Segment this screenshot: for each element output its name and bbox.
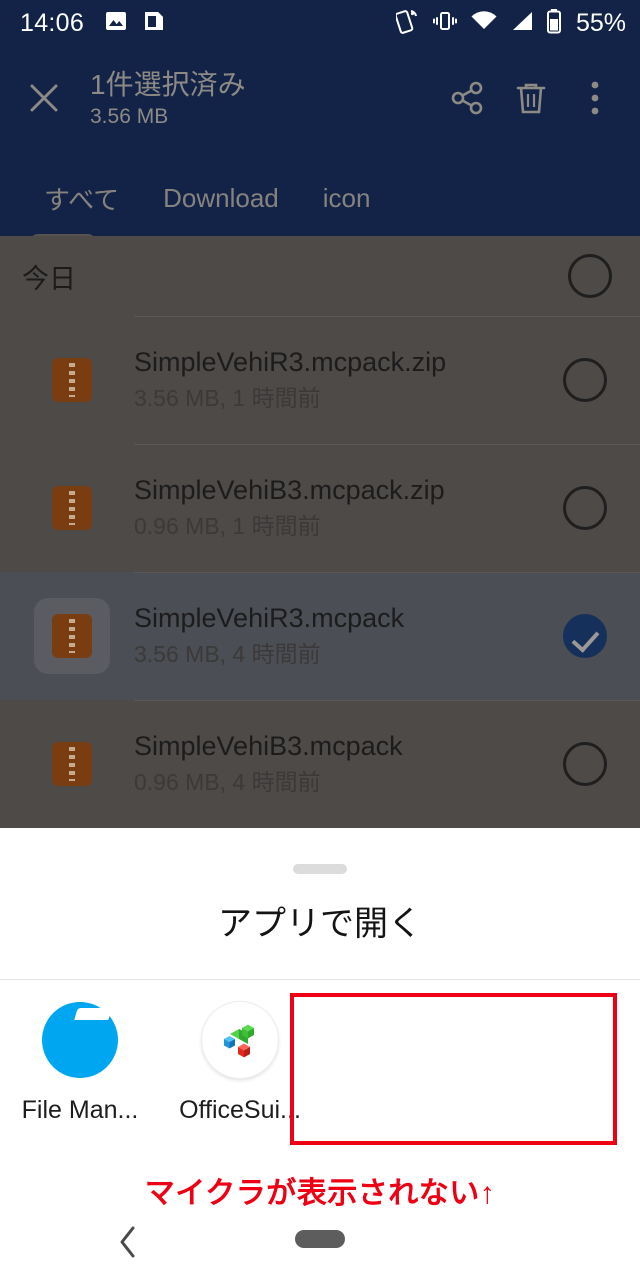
app-bar-row: 1件選択済み 3.56 MB (0, 60, 640, 140)
status-notification-icons (104, 9, 166, 38)
file-icon-wrap (34, 726, 110, 802)
row-checkbox-slot[interactable] (530, 358, 640, 402)
more-vertical-icon (590, 80, 600, 121)
row-divider (134, 316, 640, 317)
tab-all[interactable]: すべて (22, 180, 141, 217)
overflow-menu-button[interactable] (566, 71, 624, 129)
file-row[interactable]: SimpleVehiB3.mcpack.zip 0.96 MB, 1 時間前 (0, 444, 640, 572)
signal-icon (510, 10, 534, 37)
zip-file-icon (52, 358, 92, 402)
row-checkbox[interactable] (563, 358, 607, 402)
file-row-text: SimpleVehiB3.mcpack.zip 0.96 MB, 1 時間前 (134, 474, 530, 542)
row-checkbox-slot[interactable] (530, 742, 640, 786)
app-label: OfficeSui... (179, 1096, 301, 1124)
clipboard-icon (142, 9, 166, 38)
group-header-today[interactable]: 今日 (0, 236, 640, 316)
file-row-text: SimpleVehiR3.mcpack.zip 3.56 MB, 1 時間前 (134, 346, 530, 414)
sheet-title: アプリで開く (218, 905, 422, 943)
file-icon-wrap (34, 598, 110, 674)
file-icon-wrap (34, 342, 110, 418)
app-bar-actions (438, 71, 624, 129)
home-pill-icon[interactable] (295, 1230, 345, 1248)
battery-percent: 55% (575, 8, 626, 37)
vibrate-icon (432, 9, 458, 38)
tab-download[interactable]: Download (141, 183, 301, 214)
file-meta: 3.56 MB, 4 時間前 (134, 641, 321, 668)
file-meta: 0.96 MB, 1 時間前 (134, 513, 321, 540)
zip-file-icon (52, 614, 92, 658)
battery-icon (546, 8, 562, 39)
tab-bar: すべて Download icon (0, 158, 640, 238)
file-row-text: SimpleVehiB3.mcpack 0.96 MB, 4 時間前 (134, 730, 530, 798)
app-label: File Man... (21, 1096, 139, 1124)
selection-size-subtitle: 3.56 MB (90, 105, 169, 129)
selection-count-title: 1件選択済み (90, 69, 246, 101)
file-meta: 0.96 MB, 4 時間前 (134, 769, 321, 796)
file-icon-wrap (34, 470, 110, 546)
close-icon (27, 81, 61, 120)
row-divider (134, 572, 640, 573)
wifi-icon (470, 10, 498, 37)
officesuite-icon (202, 1002, 278, 1078)
share-button[interactable] (438, 71, 496, 129)
file-name: SimpleVehiB3.mcpack (134, 730, 403, 761)
status-clock: 14:06 (20, 8, 85, 37)
row-divider (134, 444, 640, 445)
nfc-icon (394, 8, 420, 39)
row-checkbox-slot[interactable] (530, 614, 640, 658)
row-divider (134, 700, 640, 701)
drag-handle[interactable] (293, 864, 347, 874)
file-name: SimpleVehiB3.mcpack.zip (134, 474, 445, 505)
close-selection-button[interactable] (16, 72, 72, 128)
app-choice-file-manager[interactable]: File Man... (0, 1002, 160, 1125)
file-row-selected[interactable]: SimpleVehiR3.mcpack 3.56 MB, 4 時間前 (0, 572, 640, 700)
zip-file-icon (52, 742, 92, 786)
delete-button[interactable] (502, 71, 560, 129)
file-manager-icon (42, 1002, 118, 1078)
status-bar: 14:06 55% (0, 0, 640, 46)
selection-app-bar: 1件選択済み 3.56 MB すべて Download icon (0, 46, 640, 236)
file-meta: 3.56 MB, 1 時間前 (134, 385, 321, 412)
group-select-checkbox[interactable] (568, 254, 612, 298)
selection-titles: 1件選択済み 3.56 MB (90, 69, 438, 130)
file-row[interactable]: SimpleVehiB3.mcpack 0.96 MB, 4 時間前 (0, 700, 640, 828)
file-name: SimpleVehiR3.mcpack (134, 602, 405, 633)
share-icon (448, 79, 486, 122)
trash-icon (514, 80, 548, 121)
file-row-text: SimpleVehiR3.mcpack 3.56 MB, 4 時間前 (134, 602, 530, 670)
row-checkbox-checked[interactable] (563, 614, 607, 658)
row-checkbox[interactable] (563, 742, 607, 786)
back-chevron-icon (117, 1225, 139, 1264)
status-system-icons: 55% (394, 8, 626, 39)
tab-icon[interactable]: icon (301, 183, 393, 214)
phone-screenshot: 14:06 55% 1件選択済み 3.56 MB すべて Download ic… (0, 0, 640, 1280)
file-row[interactable]: SimpleVehiR3.mcpack.zip 3.56 MB, 1 時間前 (0, 316, 640, 444)
image-icon (104, 9, 128, 38)
row-checkbox[interactable] (563, 486, 607, 530)
missing-app-highlight-box (290, 993, 617, 1145)
back-button[interactable] (108, 1224, 148, 1264)
file-list: 今日 SimpleVehiR3.mcpack.zip 3.56 MB, 1 時間… (0, 236, 640, 828)
row-checkbox-slot[interactable] (530, 486, 640, 530)
zip-file-icon (52, 486, 92, 530)
file-name: SimpleVehiR3.mcpack.zip (134, 346, 447, 377)
group-header-label: 今日 (22, 263, 76, 294)
navigation-bar (0, 1206, 640, 1280)
